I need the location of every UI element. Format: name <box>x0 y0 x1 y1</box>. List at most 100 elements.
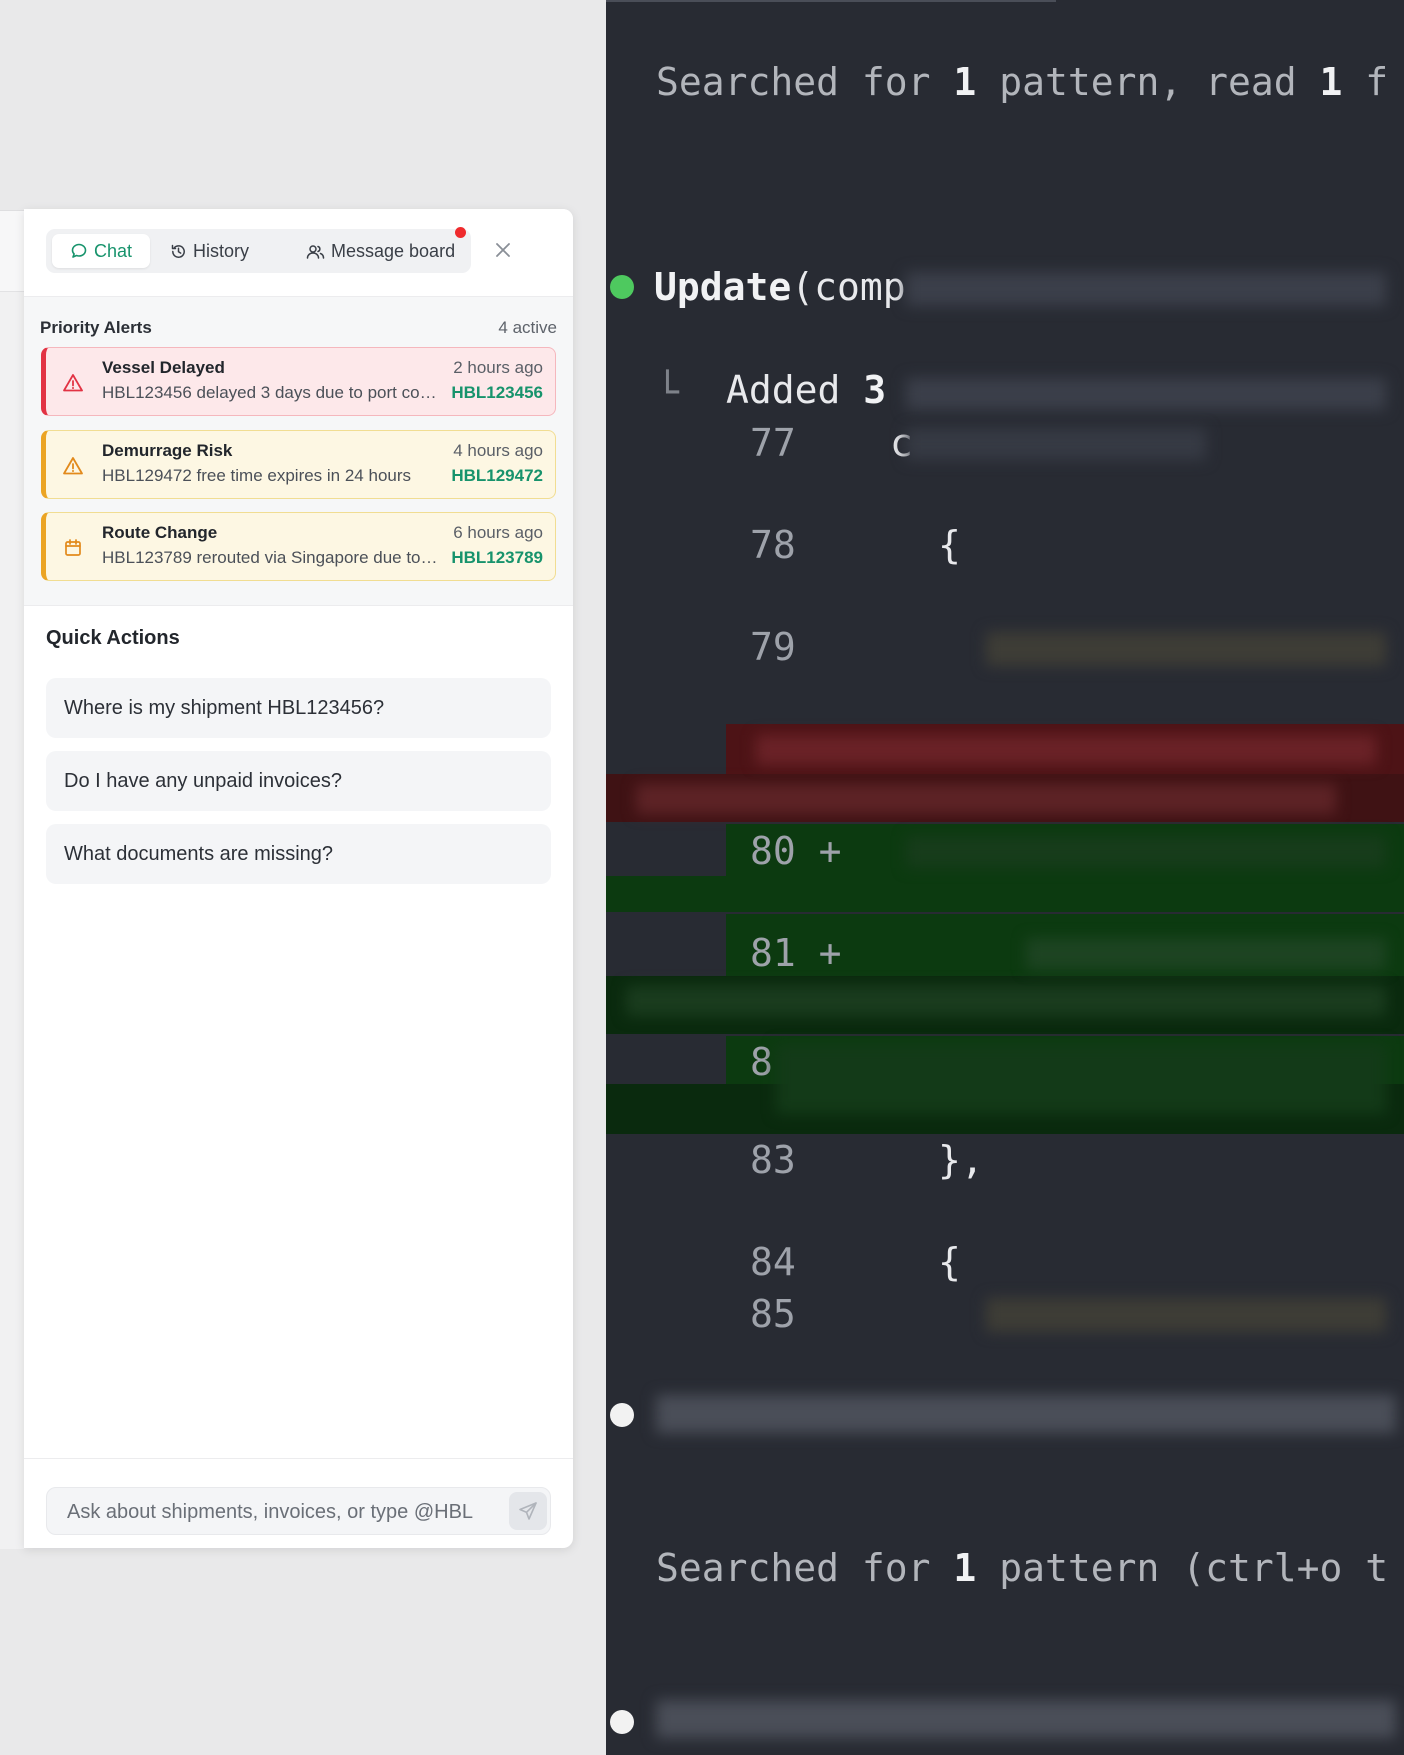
alert-shipment-link[interactable]: HBL129472 <box>451 466 543 486</box>
terminal-count: 1 <box>953 1546 977 1590</box>
tab-message-board[interactable]: Message board <box>306 234 455 268</box>
redacted-region <box>636 784 1336 814</box>
calendar-icon <box>65 539 81 556</box>
line-number-added: 80 + <box>750 829 842 873</box>
alert-shipment-link[interactable]: HBL123789 <box>451 548 543 568</box>
line-number: 77 <box>750 421 796 465</box>
redacted-region <box>756 735 1376 765</box>
tree-corner-glyph: └ <box>656 370 679 414</box>
alert-title: Route Change <box>102 523 218 542</box>
terminal-search-summary: Searched for 1 pattern, read 1 f <box>656 60 1388 104</box>
status-dot-neutral <box>610 1403 634 1427</box>
alert-title: Vessel Delayed <box>102 358 225 377</box>
priority-alerts-header: Priority Alerts 4 active <box>40 317 557 339</box>
alert-description: HBL129472 free time expires in 24 hours <box>102 466 412 485</box>
alert-time: 4 hours ago <box>453 441 543 460</box>
priority-alerts-title: Priority Alerts <box>40 318 152 337</box>
terminal-text: Searched for <box>656 1546 954 1590</box>
terminal-count: 1 <box>953 60 977 104</box>
assistant-panel: Chat History Message board Priority Aler… <box>24 209 573 1548</box>
alert-shipment-link[interactable]: HBL123456 <box>451 383 543 403</box>
tab-history[interactable]: History <box>170 234 249 268</box>
redacted-region <box>906 836 1386 868</box>
line-number-added: 81 + <box>750 931 842 975</box>
terminal-text: pattern (ctrl+o t <box>976 1546 1389 1590</box>
terminal-text: f <box>1342 60 1389 104</box>
redacted-region <box>1026 938 1386 970</box>
line-number: 83 <box>750 1138 796 1182</box>
terminal-text: Searched for <box>656 60 954 104</box>
alert-time: 6 hours ago <box>453 523 543 542</box>
diff-added-line-wrap <box>606 876 1404 912</box>
redacted-region <box>906 378 1386 410</box>
code-text: { <box>938 1240 961 1284</box>
send-icon <box>519 1502 537 1520</box>
line-number: 79 <box>750 625 796 669</box>
terminal-text: Added <box>726 368 864 412</box>
tab-chat[interactable]: Chat <box>52 234 150 268</box>
status-dot-success <box>610 275 634 299</box>
alert-title: Demurrage Risk <box>102 441 233 460</box>
alert-description: HBL123789 rerouted via Singapore due to … <box>102 548 442 567</box>
tab-history-label: History <box>193 240 250 261</box>
line-number-value: 81 <box>750 931 796 975</box>
terminal-count: 3 <box>863 368 887 412</box>
code-text: { <box>938 523 961 567</box>
diff-add-marker: + <box>818 931 842 975</box>
code-text: }, <box>938 1138 984 1182</box>
quick-action-missing-documents[interactable]: What documents are missing? <box>46 824 551 884</box>
terminal-tool-name: Update <box>654 265 792 309</box>
terminal-added-line: Added 3 <box>726 368 886 412</box>
active-alerts-count: 4 active <box>498 318 557 337</box>
background-page-edge <box>0 210 24 1549</box>
alert-card-demurrage-risk[interactable]: Demurrage Risk 4 hours ago HBL129472 fre… <box>41 430 556 499</box>
redacted-region <box>656 1395 1396 1433</box>
alert-time: 2 hours ago <box>453 358 543 377</box>
chat-bubble-icon <box>71 243 87 258</box>
terminal-count: 1 <box>1319 60 1343 104</box>
chat-input[interactable] <box>65 1488 489 1536</box>
terminal-window[interactable]: Searched for 1 pattern, read 1 f Update(… <box>606 0 1404 1755</box>
panel-header: Chat History Message board <box>24 209 573 297</box>
tab-bar: Chat History Message board <box>46 229 471 273</box>
redacted-region <box>626 986 1386 1016</box>
line-number: 85 <box>750 1292 796 1336</box>
line-number-value: 80 <box>750 829 796 873</box>
terminal-text: pattern, read <box>976 60 1320 104</box>
close-icon <box>496 243 510 257</box>
redacted-region <box>656 1700 1396 1738</box>
terminal-update-line: Update(comp <box>654 265 906 309</box>
message-board-notification-dot <box>455 227 466 238</box>
close-panel-button[interactable] <box>490 237 516 263</box>
alert-card-vessel-delayed[interactable]: Vessel Delayed 2 hours ago HBL123456 del… <box>41 347 556 416</box>
composer-divider <box>24 1458 573 1459</box>
redacted-region <box>986 1298 1386 1332</box>
message-composer <box>46 1487 551 1536</box>
history-icon <box>171 244 185 258</box>
users-icon <box>306 244 325 259</box>
status-dot-neutral <box>610 1710 634 1734</box>
quick-actions-title: Quick Actions <box>46 627 180 649</box>
warning-triangle-icon <box>63 457 83 475</box>
line-number: 84 <box>750 1240 796 1284</box>
terminal-search-summary: Searched for 1 pattern (ctrl+o t <box>656 1546 1388 1590</box>
tab-message-board-label: Message board <box>331 240 456 261</box>
redacted-region <box>906 272 1386 306</box>
redacted-region <box>906 428 1206 460</box>
terminal-scroll-indicator <box>606 0 1056 2</box>
tab-chat-label: Chat <box>93 240 133 261</box>
redacted-region <box>986 632 1386 666</box>
line-number: 78 <box>750 523 796 567</box>
warning-triangle-icon <box>63 374 83 392</box>
line-number-added: 8 <box>750 1040 773 1084</box>
alert-description: HBL123456 delayed 3 days due to port con… <box>102 383 442 402</box>
send-button[interactable] <box>509 1492 547 1530</box>
priority-alerts-section: Priority Alerts 4 active Vessel Delayed … <box>24 297 573 606</box>
background-page-header <box>0 211 24 292</box>
diff-add-marker: + <box>818 829 842 873</box>
quick-action-unpaid-invoices[interactable]: Do I have any unpaid invoices? <box>46 751 551 811</box>
quick-action-shipment-location[interactable]: Where is my shipment HBL123456? <box>46 678 551 738</box>
alert-card-route-change[interactable]: Route Change 6 hours ago HBL123789 rerou… <box>41 512 556 581</box>
terminal-text: (comp <box>791 265 906 309</box>
redacted-region <box>776 1044 1386 1114</box>
